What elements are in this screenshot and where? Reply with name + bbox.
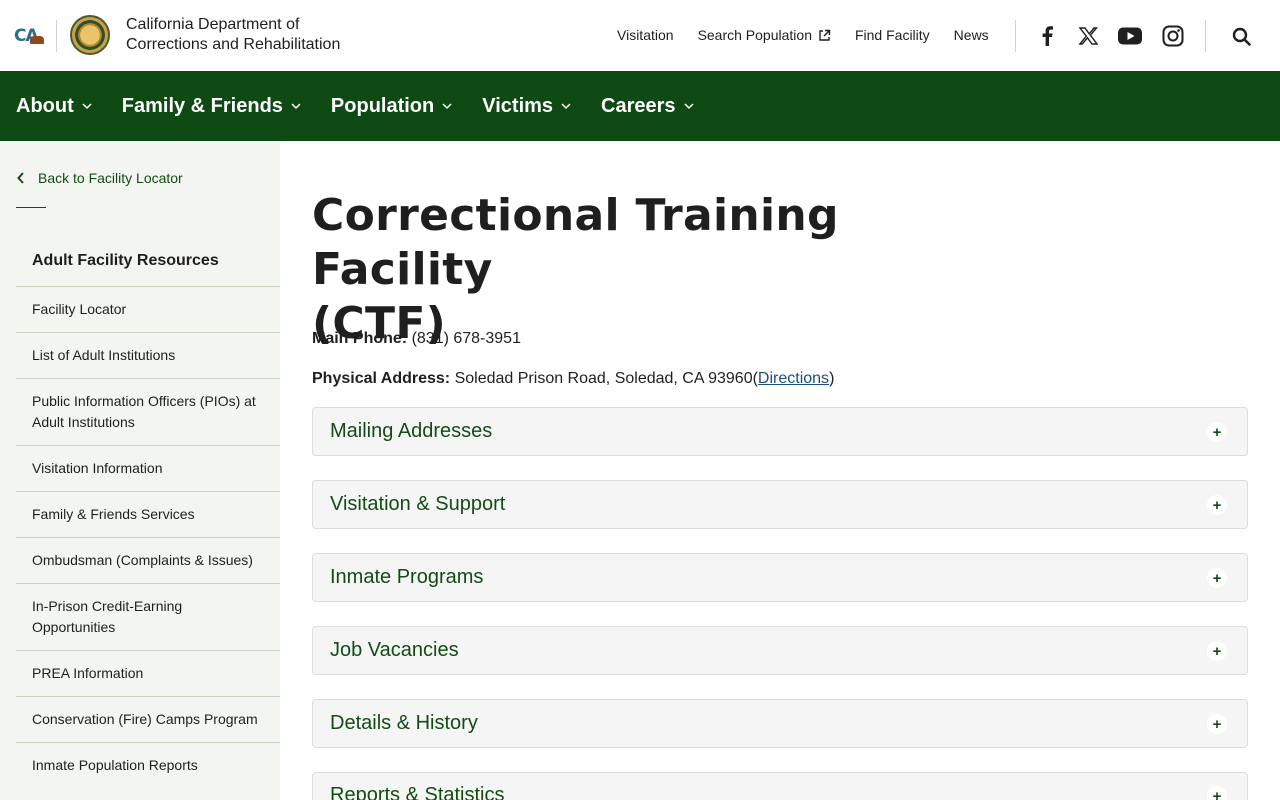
sidebar-item-ombudsman[interactable]: Ombudsman (Complaints & Issues) [16, 537, 280, 583]
physical-address-value: Soledad Prison Road, Soledad, CA 93960 [454, 370, 753, 387]
paren-close: ) [829, 370, 835, 387]
util-link-news[interactable]: News [954, 27, 989, 43]
accordion-title: Job Vacancies [330, 639, 459, 661]
chevron-down-icon [82, 103, 92, 110]
bear-icon [30, 36, 44, 44]
site-header: CA California Department of Corrections … [0, 0, 1280, 71]
plus-icon: + [1207, 422, 1227, 442]
main-nav: About Family & Friends Population Victim… [0, 71, 1280, 141]
chevron-down-icon [684, 103, 694, 110]
sidebar-item-list-of-adult-institutions[interactable]: List of Adult Institutions [16, 332, 280, 378]
sidebar-menu: Facility Locator List of Adult Instituti… [16, 286, 280, 788]
main-phone: Main Phone: (831) 678-3951 [312, 330, 521, 348]
accordion-job-vacancies[interactable]: Job Vacancies + [312, 626, 1248, 675]
sidebar-item-family-friends-services[interactable]: Family & Friends Services [16, 491, 280, 537]
search-icon [1232, 27, 1251, 46]
back-link-label: Back to Facility Locator [38, 170, 183, 186]
nav-item-label: Family & Friends [121, 94, 283, 117]
nav-item-label: Careers [601, 94, 676, 117]
search-button[interactable] [1230, 24, 1252, 48]
plus-icon: + [1207, 641, 1227, 661]
util-link-search-population[interactable]: Search Population [698, 27, 831, 43]
instagram-icon[interactable] [1161, 24, 1185, 48]
sidebar-heading: Adult Facility Resources [32, 252, 219, 269]
facebook-icon[interactable] [1035, 24, 1059, 48]
accordion-title: Details & History [330, 712, 478, 734]
external-link-icon [819, 29, 831, 41]
divider [16, 207, 46, 208]
nav-item-family-friends[interactable]: Family & Friends [122, 95, 301, 118]
main-phone-value[interactable]: (831) 678-3951 [412, 330, 521, 347]
header-divider [1205, 20, 1206, 52]
accordion-title: Reports & Statistics [330, 784, 505, 800]
organization-name[interactable]: California Department of Corrections and… [126, 15, 366, 55]
directions-link[interactable]: Directions [758, 370, 829, 387]
sidebar-item-inmate-population-reports[interactable]: Inmate Population Reports [16, 742, 280, 788]
accordion-mailing-addresses[interactable]: Mailing Addresses + [312, 407, 1248, 456]
sidebar-item-credit-earning[interactable]: In-Prison Credit-Earning Opportunities [16, 583, 280, 650]
accordion-inmate-programs[interactable]: Inmate Programs + [312, 553, 1248, 602]
nav-item-careers[interactable]: Careers [601, 95, 694, 118]
physical-address-label: Physical Address: [312, 370, 451, 387]
back-to-facility-locator-link[interactable]: Back to Facility Locator [16, 170, 183, 186]
logo-divider [56, 20, 57, 52]
x-icon[interactable] [1076, 24, 1100, 48]
plus-icon: + [1207, 786, 1227, 800]
sidebar: Back to Facility Locator Adult Facility … [0, 141, 280, 800]
nav-item-about[interactable]: About [16, 95, 92, 118]
youtube-icon[interactable] [1118, 24, 1142, 48]
org-name-line2: Corrections and Rehabilitation [126, 36, 341, 53]
accordion-title: Visitation & Support [330, 493, 506, 515]
main-phone-label: Main Phone: [312, 330, 408, 347]
nav-item-label: Population [330, 94, 435, 117]
chevron-down-icon [291, 103, 301, 110]
physical-address: Physical Address: Soledad Prison Road, S… [312, 370, 834, 388]
nav-item-label: About [16, 94, 74, 117]
sidebar-item-prea-information[interactable]: PREA Information [16, 650, 280, 696]
sidebar-item-pios[interactable]: Public Information Officers (PIOs) at Ad… [16, 378, 280, 445]
plus-icon: + [1207, 568, 1227, 588]
page-title-line1: Correctional Training Facility [312, 190, 839, 295]
sidebar-item-facility-locator[interactable]: Facility Locator [16, 286, 280, 332]
accordion-details-history[interactable]: Details & History + [312, 699, 1248, 748]
chevron-left-icon [17, 172, 24, 184]
accordion-visitation-support[interactable]: Visitation & Support + [312, 480, 1248, 529]
util-link-find-facility[interactable]: Find Facility [855, 27, 930, 43]
chevron-down-icon [561, 103, 571, 110]
sidebar-item-conservation-camps[interactable]: Conservation (Fire) Camps Program [16, 696, 280, 742]
page-title: Correctional Training Facility (CTF) [312, 189, 1012, 351]
header-divider [1015, 20, 1016, 52]
accordion-title: Mailing Addresses [330, 420, 493, 442]
utility-nav: Visitation Search Population Find Facili… [617, 24, 989, 46]
util-link-search-population-label: Search Population [697, 27, 812, 43]
accordion-reports-statistics[interactable]: Reports & Statistics + [312, 772, 1248, 800]
plus-icon: + [1207, 495, 1227, 515]
chevron-down-icon [442, 103, 452, 110]
nav-item-population[interactable]: Population [331, 95, 452, 118]
org-name-line1: California Department of [126, 16, 300, 33]
nav-item-label: Victims [482, 94, 554, 117]
accordion-title: Inmate Programs [330, 566, 484, 588]
plus-icon: + [1207, 714, 1227, 734]
util-link-visitation[interactable]: Visitation [617, 27, 674, 43]
sidebar-item-visitation-information[interactable]: Visitation Information [16, 445, 280, 491]
ca-gov-logo[interactable]: CA [14, 24, 46, 48]
nav-item-victims[interactable]: Victims [482, 95, 571, 118]
cdcr-seal-logo[interactable] [70, 15, 110, 55]
